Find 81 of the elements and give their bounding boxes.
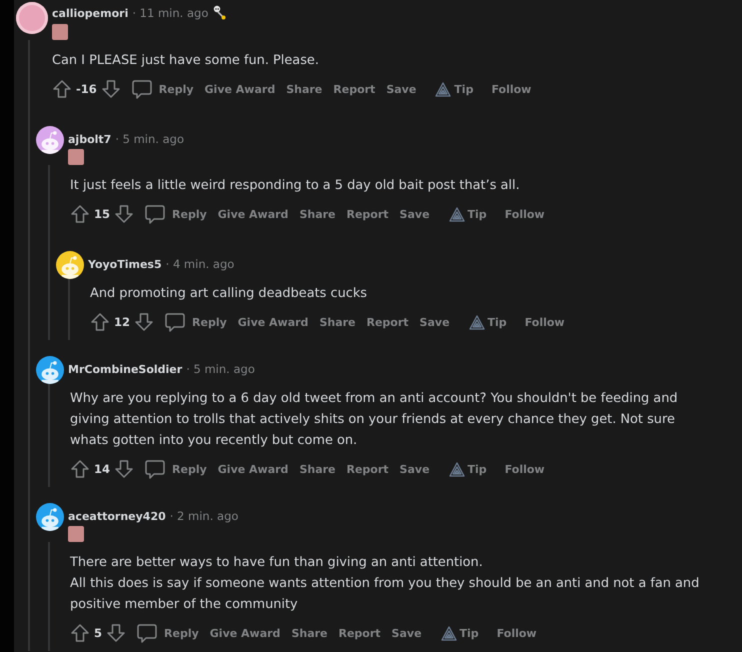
timestamp: · 5 min. ago xyxy=(186,362,255,376)
timestamp: · 11 min. ago xyxy=(132,6,208,20)
comment-text: All this does is say if someone wants attention from you they should be an anti and not a fan and positive member of the community xyxy=(70,575,700,614)
comment-text: Can I PLEASE just have some fun. Please. xyxy=(52,52,320,70)
reply-button[interactable]: Reply xyxy=(132,618,203,648)
comment-text: There are better ways to have fun than giving an anti attention. xyxy=(70,554,484,572)
action-button[interactable]: Follow xyxy=(520,312,569,332)
snoo-avatar[interactable] xyxy=(36,503,64,531)
action-button[interactable]: Report xyxy=(362,312,413,332)
upvote-icon[interactable] xyxy=(52,79,72,99)
action-button[interactable]: Report xyxy=(334,622,385,644)
upvote-icon[interactable] xyxy=(70,623,90,643)
username-link[interactable]: aceattorney420 xyxy=(68,510,166,522)
action-button[interactable]: Share xyxy=(315,312,360,332)
triangle-icon xyxy=(448,462,465,476)
snoo-avatar[interactable] xyxy=(36,356,64,384)
action-button[interactable]: Save xyxy=(388,622,426,644)
action-button[interactable]: Follow xyxy=(487,78,536,100)
snoo-avatar[interactable] xyxy=(56,251,84,279)
tip-button[interactable]: Tip xyxy=(464,310,511,334)
comment-icon xyxy=(144,203,166,225)
comment-icon xyxy=(144,458,166,480)
vote-score: 14 xyxy=(94,462,110,476)
vote-score: 12 xyxy=(114,315,130,329)
tip-button[interactable]: Tip xyxy=(431,78,478,100)
reply-button[interactable]: Reply xyxy=(126,74,198,104)
vote-score: 15 xyxy=(94,207,110,221)
action-button[interactable]: Give Award xyxy=(200,78,280,100)
comment-text: And promoting art calling deadbeats cucks xyxy=(90,285,368,303)
vote-score: -16 xyxy=(76,82,97,96)
reply-button[interactable]: Reply xyxy=(160,307,231,337)
upvote-icon[interactable] xyxy=(70,459,90,479)
timestamp: · 2 min. ago xyxy=(170,509,238,523)
action-button[interactable]: Share xyxy=(295,458,340,480)
action-button[interactable]: Share xyxy=(282,78,326,100)
comment-icon xyxy=(164,311,186,333)
action-button[interactable]: Report xyxy=(342,204,393,224)
action-button[interactable]: Give Award xyxy=(234,312,312,332)
tip-button[interactable]: Tip xyxy=(436,622,483,644)
downvote-icon[interactable] xyxy=(100,79,121,99)
reply-button[interactable]: Reply xyxy=(140,454,211,484)
snoo-avatar[interactable] xyxy=(36,126,64,154)
comment-text: Why are you replying to a 6 day old tweet from an anti account? You shouldn't be feeding and giving attention to trolls that actively shits on your friends at every chance they get. Not sure whats gotten into you recently but come on. xyxy=(70,390,679,450)
avatar-photo-placeholder[interactable] xyxy=(16,2,48,34)
username-link[interactable]: ajbolt7 xyxy=(68,132,112,146)
action-button[interactable]: Give Award xyxy=(214,458,292,480)
downvote-icon[interactable] xyxy=(114,459,134,479)
action-button[interactable]: Save xyxy=(382,78,420,100)
comment-icon xyxy=(130,78,153,100)
tip-button[interactable]: Tip xyxy=(444,458,491,480)
action-button[interactable]: Follow xyxy=(500,458,549,480)
triangle-icon xyxy=(448,206,465,222)
downvote-icon[interactable] xyxy=(134,312,154,332)
comment-text: It just feels a little weird responding to a 5 day old bait post that’s all. xyxy=(70,177,521,195)
action-button[interactable]: Share xyxy=(287,622,332,644)
username-link[interactable]: MrCombineSoldier xyxy=(68,362,182,376)
upvote-icon[interactable] xyxy=(70,204,90,224)
action-button[interactable]: Report xyxy=(342,458,393,480)
comment-icon xyxy=(136,622,158,644)
tip-button[interactable]: Tip xyxy=(444,202,491,226)
triangle-icon xyxy=(440,626,457,640)
action-button[interactable]: Report xyxy=(329,78,380,100)
vote-score: 5 xyxy=(94,626,102,640)
action-button[interactable]: Save xyxy=(416,312,454,332)
downvote-icon[interactable] xyxy=(114,204,134,224)
action-button[interactable]: Follow xyxy=(492,622,541,644)
action-button[interactable]: Save xyxy=(396,204,434,224)
action-button[interactable]: Give Award xyxy=(214,204,292,224)
action-button[interactable]: Save xyxy=(396,458,434,480)
action-button[interactable]: Follow xyxy=(500,204,549,224)
username-link[interactable]: YoyoTimes5 xyxy=(88,258,162,270)
reply-button[interactable]: Reply xyxy=(140,199,211,229)
action-button[interactable]: Share xyxy=(295,204,340,224)
timestamp: · 4 min. ago xyxy=(166,257,234,271)
action-button[interactable]: Give Award xyxy=(206,622,284,644)
triangle-icon xyxy=(468,314,485,330)
triangle-icon xyxy=(435,82,452,96)
upvote-icon[interactable] xyxy=(90,312,110,332)
timestamp: · 5 min. ago xyxy=(115,132,184,146)
downvote-icon[interactable] xyxy=(106,623,126,643)
username-link[interactable]: calliopemori xyxy=(52,6,128,20)
